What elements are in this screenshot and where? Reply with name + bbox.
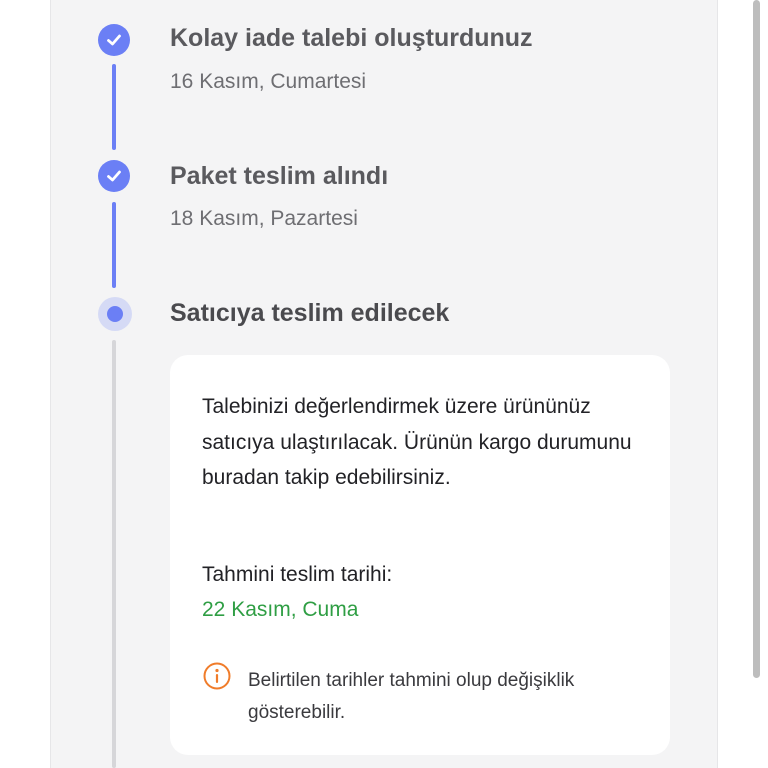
check-circle-icon [98,160,130,192]
current-dot-icon [98,297,132,331]
step-title-return-created: Kolay iade talebi oluşturdunuz [170,24,533,52]
check-circle-icon [98,24,130,56]
step-date-return-created: 16 Kasım, Cumartesi [170,70,367,93]
current-dot-core [107,306,123,322]
step-title-package-received: Paket teslim alındı [170,162,389,190]
delivery-detail-card: Talebinizi değerlendirmek üzere ürününüz… [170,355,670,755]
card-description: Talebinizi değerlendirmek üzere ürününüz… [202,395,632,489]
scrollbar-thumb[interactable] [753,0,760,678]
step-title-deliver-to-seller: Satıcıya teslim edilecek [170,299,450,327]
info-note: Belirtilen tarihler tahmini olup değişik… [248,670,575,723]
timeline-connector-pending [112,340,116,768]
step-date-package-received: 18 Kasım, Pazartesi [170,207,358,230]
return-tracking-page: Kolay iade talebi oluşturdunuz 16 Kasım,… [0,0,768,768]
timeline-connector-completed [112,202,116,288]
info-circle-icon [202,661,232,691]
estimated-delivery-label: Tahmini teslim tarihi: [202,563,393,586]
estimated-delivery-date: 22 Kasım, Cuma [202,598,359,621]
timeline-connector-completed [112,64,116,150]
